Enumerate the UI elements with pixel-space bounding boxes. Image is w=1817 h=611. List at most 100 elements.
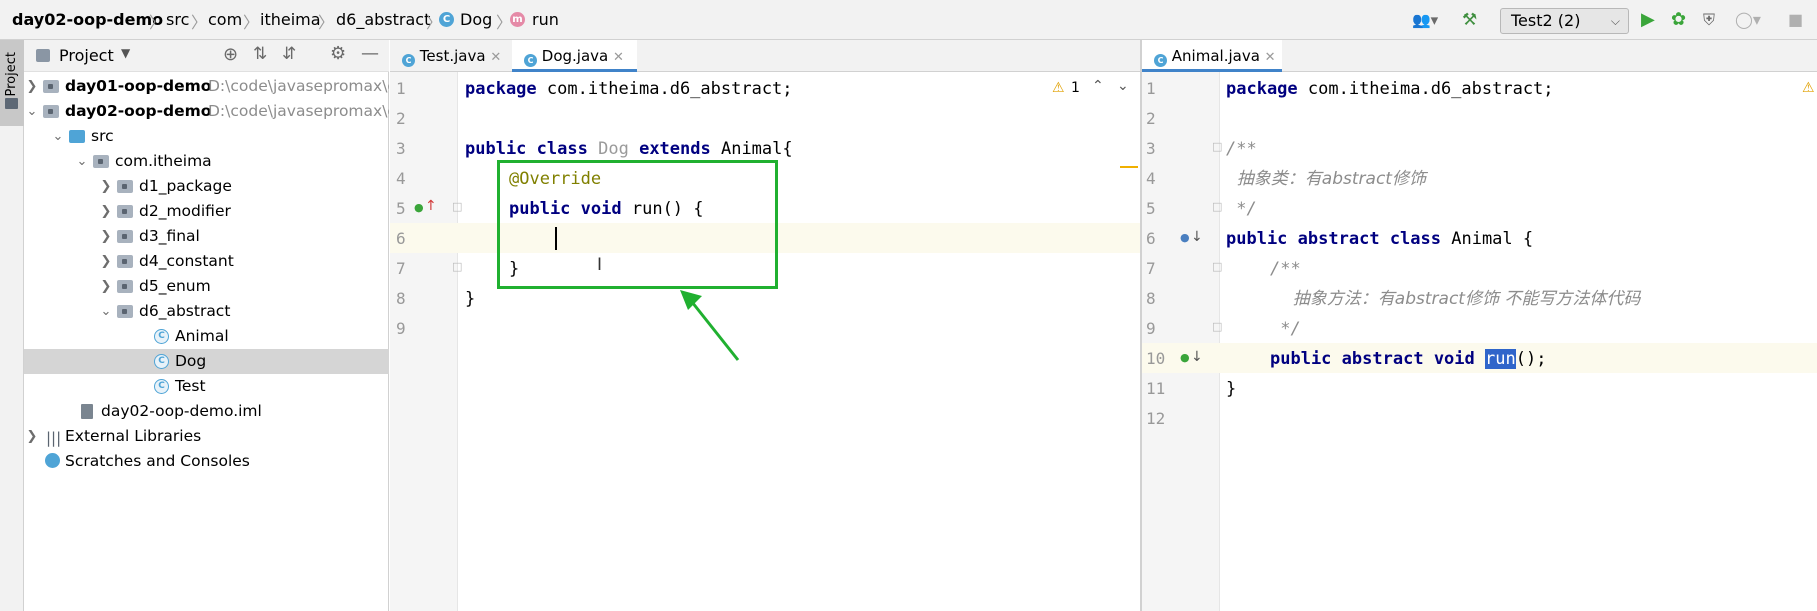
override-arrow-up-icon[interactable]: ↑ bbox=[425, 198, 437, 214]
chevron-right-icon[interactable]: ❯ bbox=[99, 224, 113, 249]
chevron-down-icon[interactable]: ⌄ bbox=[75, 149, 89, 174]
code-line-3: /** bbox=[1226, 139, 1257, 159]
debug-bug-icon[interactable]: ✿ bbox=[1671, 9, 1686, 31]
module-folder-icon bbox=[43, 105, 59, 118]
breadcrumb-method[interactable]: run bbox=[532, 10, 559, 29]
tree-item-src[interactable]: ⌄ src bbox=[24, 124, 389, 149]
close-icon[interactable]: ✕ bbox=[490, 50, 501, 65]
warning-count: 1 bbox=[1071, 80, 1080, 96]
tree-item-label: src bbox=[91, 127, 114, 145]
breadcrumb-class[interactable]: Dog bbox=[460, 10, 492, 29]
fold-icon[interactable]: □ bbox=[452, 260, 462, 273]
user-icon[interactable]: 👥▾ bbox=[1412, 9, 1438, 31]
package-folder-icon bbox=[117, 255, 133, 268]
warning-icon[interactable]: ⚠ bbox=[1052, 80, 1065, 96]
implemented-arrow-down-icon[interactable]: ↓ bbox=[1191, 349, 1203, 365]
tree-item-d4-constant[interactable]: ❯ d4_constant bbox=[24, 249, 389, 274]
implements-marker-icon[interactable]: ● bbox=[414, 201, 424, 214]
line-number: 11 bbox=[1146, 379, 1166, 398]
coverage-icon[interactable]: ⛨ bbox=[1703, 9, 1715, 31]
warning-icon[interactable]: ⚠ bbox=[1802, 80, 1815, 96]
tree-item-d3-final[interactable]: ❯ d3_final bbox=[24, 224, 389, 249]
breadcrumb-project[interactable]: day02-oop-demo bbox=[12, 10, 163, 29]
chevron-down-icon[interactable]: ⌄ bbox=[51, 124, 65, 149]
breadcrumb-com[interactable]: com bbox=[208, 10, 242, 29]
chevron-down-icon[interactable]: ▼ bbox=[121, 46, 130, 60]
tree-item-label: day02-oop-demo bbox=[65, 102, 212, 120]
collapse-all-icon[interactable]: ⇵ bbox=[282, 44, 296, 64]
tree-item-external-libraries[interactable]: ❯ ||| External Libraries bbox=[24, 424, 389, 449]
next-highlight-icon[interactable]: ⌄ bbox=[1117, 78, 1129, 94]
tree-item-test[interactable]: C Test bbox=[24, 374, 389, 399]
fold-icon[interactable]: □ bbox=[452, 200, 462, 213]
tab-animal-java[interactable]: C Animal.java ✕ bbox=[1142, 40, 1282, 72]
scratches-icon bbox=[45, 453, 60, 468]
code-line-1: package com.itheima.d6_abstract; bbox=[465, 79, 793, 99]
package-folder-icon bbox=[117, 230, 133, 243]
breadcrumb-itheima[interactable]: itheima bbox=[260, 10, 321, 29]
chevron-right-icon[interactable]: ❯ bbox=[99, 199, 113, 224]
build-hammer-icon[interactable]: ⚒ bbox=[1462, 9, 1477, 31]
breadcrumb-package[interactable]: d6_abstract bbox=[336, 10, 430, 29]
run-configuration-selector[interactable]: Test2 (2) ⌵ bbox=[1500, 8, 1629, 34]
tab-test-java[interactable]: C Test.java ✕ bbox=[390, 40, 512, 72]
fold-icon[interactable]: □ bbox=[1212, 200, 1222, 213]
chevron-down-icon[interactable]: ⌄ bbox=[25, 99, 39, 124]
tree-item-scratches[interactable]: Scratches and Consoles bbox=[24, 449, 389, 474]
line-number: 8 bbox=[1146, 289, 1156, 308]
chevron-right-icon[interactable]: ❯ bbox=[25, 424, 39, 449]
breadcrumb-separator-icon: 〉 bbox=[149, 13, 166, 32]
package-folder-icon bbox=[117, 280, 133, 293]
chevron-down-icon[interactable]: ⌄ bbox=[99, 299, 113, 324]
locate-target-icon[interactable]: ⊕ bbox=[223, 44, 238, 65]
package-folder-icon bbox=[117, 305, 133, 318]
tree-item-com-itheima[interactable]: ⌄ com.itheima bbox=[24, 149, 389, 174]
code-line-8: 抽象方法：有abstract修饰 不能写方法体代码 bbox=[1282, 289, 1641, 309]
fold-icon[interactable]: □ bbox=[1212, 260, 1222, 273]
highlight-annotation-box bbox=[497, 160, 778, 289]
breadcrumb-separator-icon: 〉 bbox=[318, 13, 335, 32]
tree-item-dog[interactable]: C Dog bbox=[24, 349, 389, 374]
close-icon[interactable]: ✕ bbox=[1265, 50, 1276, 65]
annotation-arrow-icon bbox=[680, 290, 740, 361]
tree-item-iml-file[interactable]: day02-oop-demo.iml bbox=[24, 399, 389, 424]
tree-item-label: d1_package bbox=[139, 177, 232, 195]
tree-item-d5-enum[interactable]: ❯ d5_enum bbox=[24, 274, 389, 299]
tree-item-label: d2_modifier bbox=[139, 202, 231, 220]
fold-icon[interactable]: □ bbox=[1212, 140, 1222, 153]
gear-icon[interactable]: ⚙ bbox=[330, 43, 346, 64]
tree-item-d1-package[interactable]: ❯ d1_package bbox=[24, 174, 389, 199]
chevron-right-icon[interactable]: ❯ bbox=[99, 174, 113, 199]
tree-item-day02-oop-demo[interactable]: ⌄ day02-oop-demo D:\code\javasepromax\c bbox=[24, 99, 389, 124]
implemented-arrow-down-icon[interactable]: ↓ bbox=[1191, 229, 1203, 245]
tree-item-label: Scratches and Consoles bbox=[65, 452, 250, 470]
project-panel-title[interactable]: Project bbox=[59, 46, 114, 65]
code-line-1: package com.itheima.d6_abstract; bbox=[1226, 79, 1554, 99]
project-panel-header: Project ▼ ⊕ ⇅ ⇵ ⚙ — bbox=[24, 40, 389, 72]
line-number: 12 bbox=[1146, 409, 1166, 428]
tree-item-d2-modifier[interactable]: ❯ d2_modifier bbox=[24, 199, 389, 224]
tree-item-d6-abstract[interactable]: ⌄ d6_abstract bbox=[24, 299, 389, 324]
tree-item-day01-oop-demo[interactable]: ❯ day01-oop-demo D:\code\javasepromax\c bbox=[24, 74, 389, 99]
chevron-right-icon[interactable]: ❯ bbox=[25, 74, 39, 99]
implemented-marker-icon[interactable]: ● bbox=[1180, 351, 1190, 364]
warning-stripe[interactable] bbox=[1120, 166, 1138, 168]
close-icon[interactable]: ✕ bbox=[613, 50, 624, 65]
expand-all-icon[interactable]: ⇅ bbox=[253, 44, 267, 64]
right-editor-code-area[interactable] bbox=[1220, 72, 1817, 611]
selected-word: run bbox=[1485, 349, 1516, 369]
minimize-icon[interactable]: — bbox=[361, 43, 379, 64]
profile-icon[interactable]: ◯▾ bbox=[1735, 9, 1761, 31]
tree-item-label: day02-oop-demo.iml bbox=[101, 402, 262, 420]
fold-icon[interactable]: □ bbox=[1212, 320, 1222, 333]
chevron-right-icon[interactable]: ❯ bbox=[99, 274, 113, 299]
implemented-marker-icon[interactable]: ● bbox=[1180, 231, 1190, 244]
tree-item-animal[interactable]: C Animal bbox=[24, 324, 389, 349]
breadcrumb-src[interactable]: src bbox=[166, 10, 189, 29]
chevron-right-icon[interactable]: ❯ bbox=[99, 249, 113, 274]
run-icon[interactable]: ▶ bbox=[1641, 9, 1655, 31]
code-line-8: } bbox=[465, 289, 476, 309]
tab-dog-java[interactable]: C Dog.java ✕ bbox=[512, 40, 637, 72]
stop-icon[interactable]: ■ bbox=[1788, 9, 1803, 31]
previous-highlight-icon[interactable]: ⌃ bbox=[1092, 78, 1104, 94]
